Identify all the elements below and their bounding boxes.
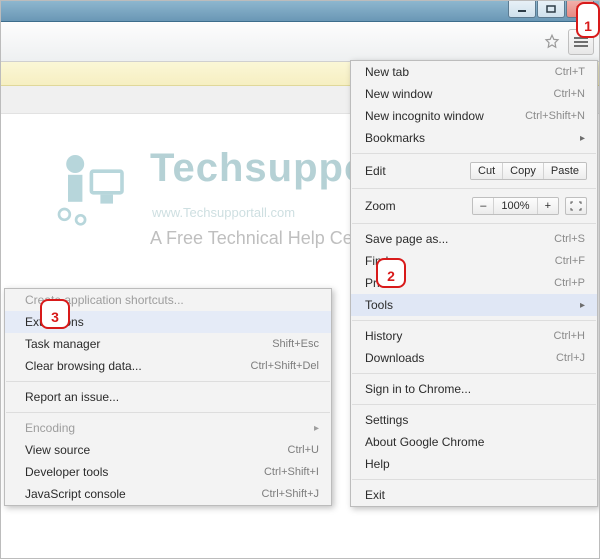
window-maximize-button[interactable]: [537, 0, 565, 18]
annotation-callout-2: 2: [376, 258, 406, 288]
menu-row-edit: Edit Cut Copy Paste: [351, 158, 597, 184]
submenu-item-js-console[interactable]: JavaScript console Ctrl+Shift+J: [5, 483, 331, 505]
menu-label: Bookmarks: [365, 131, 425, 145]
zoom-value: 100%: [493, 198, 536, 214]
menu-label: Sign in to Chrome...: [365, 382, 471, 396]
menu-label: Developer tools: [25, 465, 108, 479]
menu-item-history[interactable]: History Ctrl+H: [351, 325, 597, 347]
menu-shortcut: Ctrl+P: [554, 277, 585, 289]
menu-label: View source: [25, 443, 90, 457]
menu-item-new-window[interactable]: New window Ctrl+N: [351, 83, 597, 105]
menu-label: Encoding: [25, 421, 75, 435]
menu-shortcut: Ctrl+U: [288, 444, 319, 456]
menu-shortcut: Shift+Esc: [272, 338, 319, 350]
menu-separator: [352, 404, 596, 405]
menu-item-help[interactable]: Help: [351, 453, 597, 475]
menu-item-settings[interactable]: Settings: [351, 409, 597, 431]
annotation-callout-3: 3: [40, 299, 70, 329]
menu-label: Settings: [365, 413, 408, 427]
menu-item-exit[interactable]: Exit: [351, 484, 597, 506]
menu-item-tools[interactable]: Tools: [351, 294, 597, 316]
menu-label: New window: [365, 87, 432, 101]
zoom-button-group: – 100% +: [472, 197, 559, 215]
menu-label: New tab: [365, 65, 409, 79]
menu-label: Task manager: [25, 337, 100, 351]
copy-button[interactable]: Copy: [502, 163, 543, 179]
zoom-label: Zoom: [365, 199, 396, 213]
menu-separator: [352, 223, 596, 224]
annotation-callout-1: 1: [576, 2, 600, 38]
submenu-item-clear-data[interactable]: Clear browsing data... Ctrl+Shift+Del: [5, 355, 331, 377]
menu-shortcut: Ctrl+S: [554, 233, 585, 245]
menu-label: History: [365, 329, 402, 343]
menu-shortcut: Ctrl+Shift+J: [262, 488, 319, 500]
menu-label: Downloads: [365, 351, 424, 365]
menu-item-new-tab[interactable]: New tab Ctrl+T: [351, 61, 597, 83]
menu-label: Exit: [365, 488, 385, 502]
menu-shortcut: Ctrl+N: [554, 88, 585, 100]
menu-label: Clear browsing data...: [25, 359, 142, 373]
submenu-item-report-issue[interactable]: Report an issue...: [5, 386, 331, 408]
menu-separator: [352, 188, 596, 189]
watermark-person-icon: [50, 146, 140, 236]
window-titlebar: [0, 0, 600, 22]
zoom-out-button[interactable]: –: [473, 198, 493, 214]
menu-shortcut: Ctrl+Shift+N: [525, 110, 585, 122]
edit-button-group: Cut Copy Paste: [470, 162, 587, 180]
menu-label: Tools: [365, 298, 393, 312]
menu-item-about[interactable]: About Google Chrome: [351, 431, 597, 453]
paste-button[interactable]: Paste: [543, 163, 586, 179]
window-minimize-button[interactable]: [508, 0, 536, 18]
menu-shortcut: Ctrl+F: [555, 255, 585, 267]
menu-label: About Google Chrome: [365, 435, 484, 449]
menu-label: Help: [365, 457, 390, 471]
menu-separator: [352, 479, 596, 480]
submenu-item-task-manager[interactable]: Task manager Shift+Esc: [5, 333, 331, 355]
bookmark-star-icon[interactable]: [540, 30, 564, 54]
menu-item-signin[interactable]: Sign in to Chrome...: [351, 378, 597, 400]
menu-separator: [352, 320, 596, 321]
browser-toolbar: [0, 22, 600, 62]
menu-item-new-incognito[interactable]: New incognito window Ctrl+Shift+N: [351, 105, 597, 127]
menu-item-save-page[interactable]: Save page as... Ctrl+S: [351, 228, 597, 250]
menu-separator: [352, 373, 596, 374]
menu-shortcut: Ctrl+J: [556, 352, 585, 364]
menu-separator: [6, 412, 330, 413]
submenu-item-developer-tools[interactable]: Developer tools Ctrl+Shift+I: [5, 461, 331, 483]
menu-separator: [6, 381, 330, 382]
menu-label: JavaScript console: [25, 487, 126, 501]
menu-separator: [352, 153, 596, 154]
menu-item-bookmarks[interactable]: Bookmarks: [351, 127, 597, 149]
menu-shortcut: Ctrl+T: [555, 66, 585, 78]
menu-label: New incognito window: [365, 109, 484, 123]
menu-shortcut: Ctrl+Shift+Del: [251, 360, 319, 372]
edit-label: Edit: [365, 164, 386, 178]
submenu-item-encoding[interactable]: Encoding: [5, 417, 331, 439]
menu-shortcut: Ctrl+Shift+I: [264, 466, 319, 478]
zoom-in-button[interactable]: +: [537, 198, 558, 214]
menu-item-downloads[interactable]: Downloads Ctrl+J: [351, 347, 597, 369]
menu-shortcut: Ctrl+H: [554, 330, 585, 342]
cut-button[interactable]: Cut: [471, 163, 502, 179]
submenu-item-view-source[interactable]: View source Ctrl+U: [5, 439, 331, 461]
menu-label: Report an issue...: [25, 390, 119, 404]
menu-row-zoom: Zoom – 100% +: [351, 193, 597, 219]
menu-label: Save page as...: [365, 232, 448, 246]
fullscreen-button[interactable]: [565, 197, 587, 215]
